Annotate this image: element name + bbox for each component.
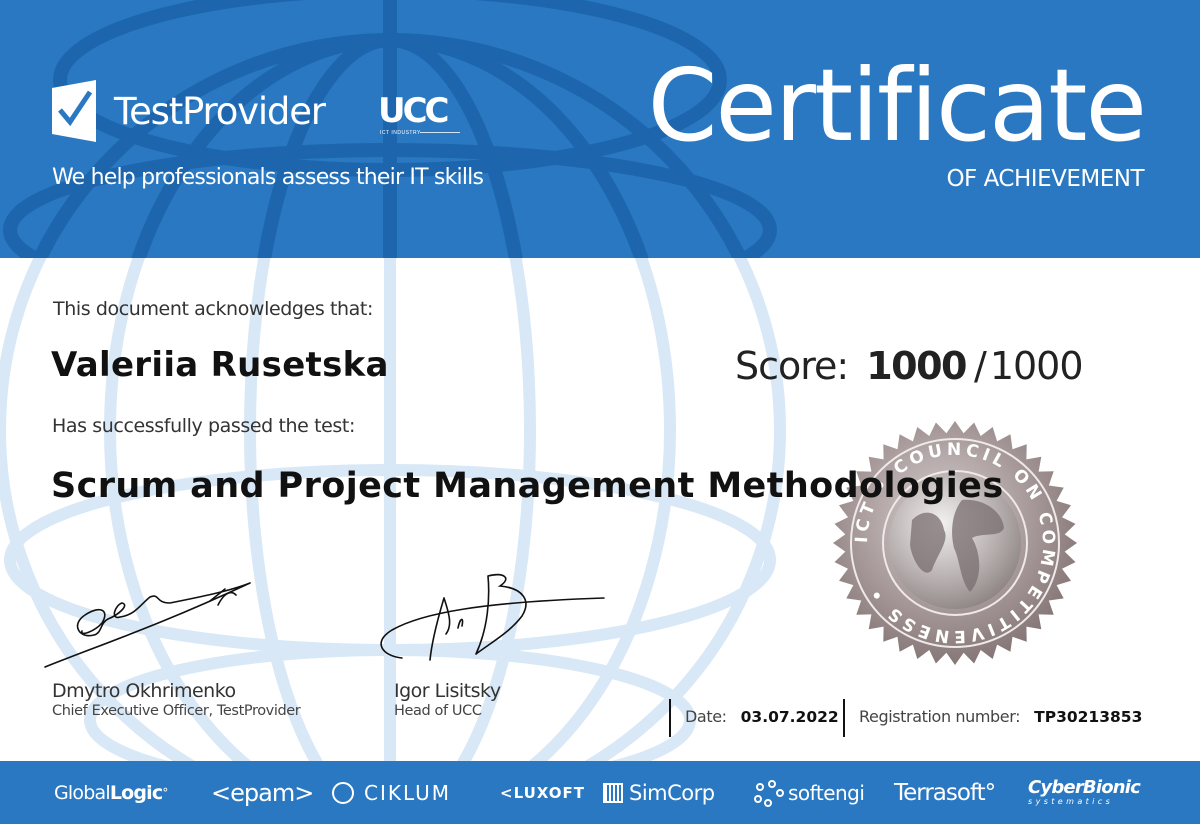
score: Score: 1000/1000 [735,344,1084,388]
signatory-name: Igor Lisitsky [394,680,501,702]
signatory-role: Chief Executive Officer, TestProvider [52,703,301,719]
cyberbionic-subtext: systematics [1028,796,1114,806]
softengi-text: softengi [788,780,865,805]
cyberbionic-text: CyberBionic [1028,776,1141,798]
date-field: Date: 03.07.2022 [685,707,839,726]
ciklum-logo: CIKLUM [332,761,451,824]
score-label: Score: [735,344,849,388]
luxoft-logo: <LUXOFT [500,783,586,802]
registration-field: Registration number: TP30213853 [859,707,1142,726]
score-max: 1000 [989,344,1084,388]
certificate-subtitle: OF ACHIEVEMENT [946,166,1144,192]
signatory-name: Dmytro Okhrimenko [52,680,236,702]
tagline: We help professionals assess their IT sk… [52,165,484,190]
simcorp-mark-icon [603,782,623,803]
registration-value: TP30213853 [1034,708,1143,726]
signature-lisitsky [380,573,605,661]
testprovider-logo: TestProvider [52,80,326,142]
simcorp-text: SimCorp [629,780,715,805]
globallogic-text-a: Global [54,781,111,804]
ucc-logo: UCC ICT INDUSTRY [378,92,462,138]
passed-text: Has successfully passed the test: [52,415,355,437]
signatory-2: Igor Lisitsky Head of UCC [394,680,501,720]
brand-name: TestProvider [114,89,326,133]
ucc-logo-text: UCC [378,91,449,131]
divider [669,699,671,737]
globallogic-logo: Global Logic ° [54,761,168,824]
globallogic-text-c: ° [162,785,168,800]
ciklum-mark-icon [332,781,354,804]
signatory-role: Head of UCC [394,703,482,719]
registration-label: Registration number: [859,707,1021,726]
cyberbionic-logo: CyberBionic systematics [1028,761,1141,824]
divider [843,699,845,737]
recipient-name: Valeriia Rusetska [51,345,389,385]
ciklum-text: CIKLUM [364,780,452,805]
ucc-logo-rule [420,132,460,133]
date-value: 03.07.2022 [740,708,839,726]
globallogic-text-b: Logic [109,781,163,804]
certificate-title: Certificate [647,47,1147,164]
ucc-logo-subtext: ICT INDUSTRY [380,130,421,136]
test-name: Scrum and Project Management Methodologi… [51,466,1004,506]
acknowledgement-text: This document acknowledges that: [53,298,373,320]
checkmark-logo-icon [52,80,96,142]
softengi-logo: softengi [752,761,865,824]
partner-logos: Global Logic ° <epam> CIKLUM <LUXOFT SimCo… [0,761,1200,824]
seal-icon: ICT • COUNCIL ON COMPETITIVENESS • [833,421,1077,665]
terrasoft-logo: Terrasoft° [894,779,996,806]
epam-logo: <epam> [211,778,314,807]
signatory-1: Dmytro Okhrimenko Chief Executive Office… [52,680,301,720]
softengi-mark-icon [754,779,784,807]
signature-okhrimenko [44,582,251,668]
simcorp-logo: SimCorp [603,761,715,824]
score-separator: / [974,344,987,388]
score-value: 1000 [866,344,967,388]
date-label: Date: [685,707,727,726]
